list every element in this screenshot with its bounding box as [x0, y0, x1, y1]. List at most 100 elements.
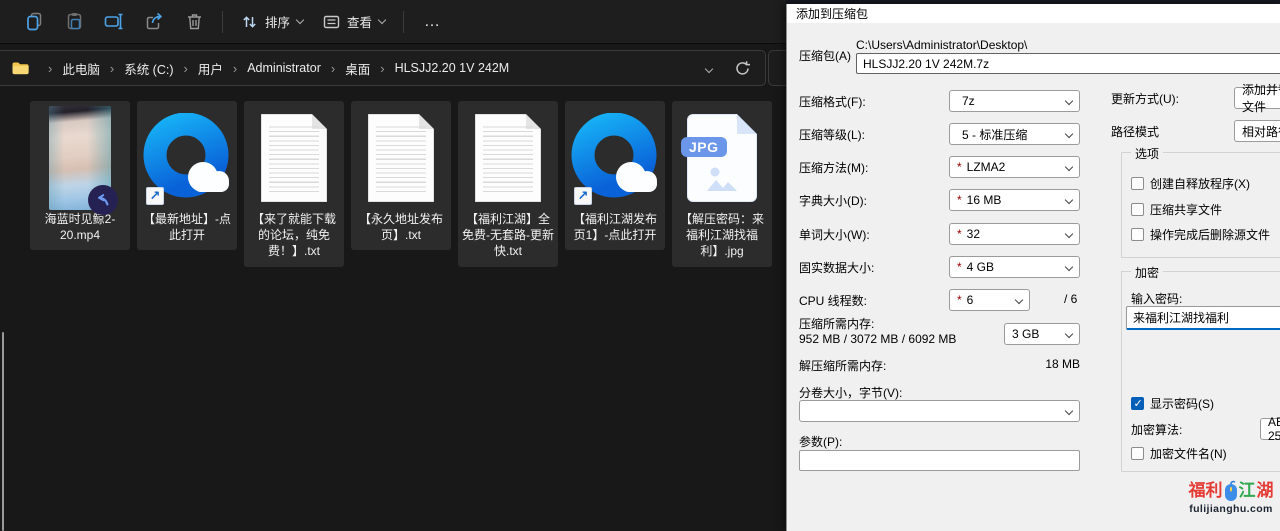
show-password-label: 显示密码(S) [1150, 395, 1214, 412]
checkbox-checked-icon [1131, 397, 1144, 410]
method-label: 压缩方法(M): [799, 159, 868, 176]
toolbar-separator [403, 11, 404, 33]
paste-icon [65, 12, 84, 31]
sort-label: 排序 [265, 12, 290, 31]
breadcrumb-desktop[interactable]: 桌面 [343, 57, 372, 80]
decompress-memory-value: 18 MB [1017, 357, 1080, 371]
volume-size-combo[interactable] [799, 400, 1080, 422]
file-tile-jpg[interactable]: JPG 【解压密码：来福利江湖找福利】.jpg [672, 101, 772, 267]
level-dropdown[interactable]: 5 - 标准压缩 [949, 123, 1080, 145]
toolbar-separator [222, 11, 223, 33]
path-mode-label: 路径模式 [1111, 123, 1159, 140]
dialog-titlebar[interactable]: 添加到压缩包 [787, 4, 1280, 23]
breadcrumb-separator: › [48, 61, 52, 76]
update-mode-dropdown[interactable]: 添加并替换文件 [1234, 87, 1280, 109]
method-value: LZMA2 [967, 160, 1006, 174]
modified-marker: * [957, 227, 962, 241]
breadcrumb-separator: › [233, 61, 237, 76]
sort-icon [241, 14, 258, 30]
file-tile-txt[interactable]: 【来了就能下载的论坛，纯免费！】.txt [244, 101, 344, 267]
logo-text-3: 湖 [1257, 482, 1274, 501]
path-mode-dropdown[interactable]: 相对路径 [1234, 120, 1280, 142]
options-group-title: 选项 [1131, 145, 1163, 162]
parameters-input[interactable] [799, 450, 1080, 471]
file-tile-txt[interactable]: 【永久地址发布页】.txt [351, 101, 451, 250]
memory-values: 952 MB / 3072 MB / 6092 MB [799, 332, 956, 346]
file-name: 【永久地址发布页】.txt [353, 211, 449, 243]
format-label: 压缩格式(F): [799, 93, 866, 110]
sort-button[interactable]: 排序 [231, 6, 313, 38]
rename-button[interactable] [94, 6, 134, 38]
text-file-icon [261, 114, 327, 202]
file-tile-video[interactable]: 海蓝时见鲸2-20.mp4 [30, 101, 130, 250]
memory-label: 压缩所需内存: [799, 315, 874, 332]
chevron-down-icon [1065, 97, 1073, 105]
text-file-icon [368, 114, 434, 202]
password-input[interactable] [1126, 306, 1280, 330]
breadcrumb-this-pc[interactable]: 此电脑 [60, 57, 102, 80]
word-value: 32 [967, 227, 980, 241]
chevron-down-icon [296, 16, 304, 24]
file-tile-txt[interactable]: 【福利江湖】全免费-无套路-更新快.txt [458, 101, 558, 267]
file-tile-qq-shortcut[interactable]: ↗ 【最新地址】-点此打开 [137, 101, 237, 250]
breadcrumb-drive-c[interactable]: 系统 (C:) [122, 57, 175, 80]
file-tile-qq-shortcut[interactable]: ↗ 【福利江湖发布页1】-点此打开 [565, 101, 665, 250]
chevron-down-icon [1065, 230, 1073, 238]
chevron-down-icon [1065, 407, 1073, 415]
logo-text-1: 福利 [1189, 482, 1223, 501]
address-bar[interactable]: › 此电脑 › 系统 (C:) › 用户 › Administrator › 桌… [0, 50, 766, 86]
view-label: 查看 [347, 12, 372, 31]
level-label: 压缩等级(L): [799, 126, 865, 143]
breadcrumb-separator: › [184, 61, 188, 76]
memory-limit-dropdown[interactable]: 3 GB [1004, 323, 1080, 345]
paste-button[interactable] [54, 6, 94, 38]
file-explorer-window: 排序 查看 … › 此电脑 › 系统 (C:) › 用户 › A [0, 0, 786, 531]
cpu-label: CPU 线程数: [799, 292, 867, 309]
dict-dropdown[interactable]: * 16 MB [949, 189, 1080, 211]
file-grid: 海蓝时见鲸2-20.mp4 ↗ 【最新地址】-点此打开 [30, 101, 772, 267]
file-name: 【解压密码：来福利江湖找福利】.jpg [674, 211, 770, 260]
encryption-algo-label: 加密算法: [1131, 421, 1182, 438]
jpg-file-icon: JPG [687, 114, 757, 202]
address-dropdown-chevron-icon[interactable] [705, 65, 713, 73]
refresh-icon[interactable] [734, 60, 751, 77]
format-dropdown[interactable]: 7z [949, 90, 1080, 112]
more-options-button[interactable]: … [412, 13, 454, 31]
delete-button[interactable] [174, 6, 214, 38]
logo-domain: fulijianghu.com [1181, 503, 1280, 515]
solid-dropdown[interactable]: * 4 GB [949, 256, 1080, 278]
delete-after-label: 操作完成后删除源文件 [1150, 226, 1270, 243]
archive-label: 压缩包(A) [799, 47, 851, 64]
breadcrumb-current-folder[interactable]: HLSJJ2.20 1V 242M [393, 59, 512, 77]
compress-shared-checkbox[interactable]: 压缩共享文件 [1131, 201, 1222, 218]
checkbox-icon [1131, 447, 1144, 460]
word-dropdown[interactable]: * 32 [949, 223, 1080, 245]
archive-name-input[interactable] [856, 53, 1280, 74]
share-button[interactable] [134, 6, 174, 38]
mouse-icon [1224, 480, 1238, 502]
method-dropdown[interactable]: * LZMA2 [949, 156, 1080, 178]
checkbox-icon [1131, 228, 1144, 241]
copy-button[interactable] [14, 6, 54, 38]
modified-marker: * [957, 260, 962, 274]
file-name: 海蓝时见鲸2-20.mp4 [32, 211, 128, 243]
encrypt-filenames-checkbox[interactable]: 加密文件名(N) [1131, 445, 1227, 462]
view-button[interactable]: 查看 [313, 6, 395, 38]
encrypt-filenames-label: 加密文件名(N) [1150, 445, 1227, 462]
scrollbar[interactable] [2, 332, 4, 531]
cpu-dropdown[interactable]: * 6 [949, 289, 1030, 311]
chevron-down-icon [1065, 163, 1073, 171]
encryption-algo-dropdown[interactable]: AES-256 [1260, 418, 1280, 440]
show-password-checkbox[interactable]: 显示密码(S) [1131, 395, 1214, 412]
chevron-down-icon [1065, 130, 1073, 138]
create-sfx-checkbox[interactable]: 创建自释放程序(X) [1131, 175, 1250, 192]
checkbox-icon [1131, 203, 1144, 216]
breadcrumb-separator: › [331, 61, 335, 76]
breadcrumb-separator: › [380, 61, 384, 76]
video-player-overlay-icon [88, 185, 118, 215]
delete-after-checkbox[interactable]: 操作完成后删除源文件 [1131, 226, 1270, 243]
address-row: › 此电脑 › 系统 (C:) › 用户 › Administrator › 桌… [0, 45, 786, 91]
breadcrumb-administrator[interactable]: Administrator [245, 59, 323, 77]
breadcrumb-users[interactable]: 用户 [196, 57, 225, 80]
update-mode-label: 更新方式(U): [1111, 90, 1179, 107]
